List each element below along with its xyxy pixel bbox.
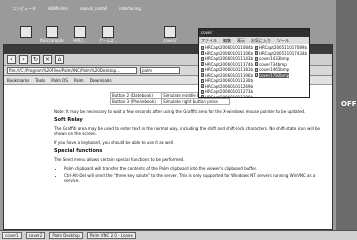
paragraph: The Send menu allows certain special fun… <box>54 157 185 162</box>
bitmap-file-icon <box>201 95 204 97</box>
folder-icon <box>20 26 32 38</box>
bitmap-file-icon <box>255 45 258 50</box>
bitmap-file-icon <box>201 45 204 50</box>
file-window-titlebar[interactable]: cover <box>199 29 309 37</box>
bookmark-item[interactable]: Downloads <box>90 78 112 83</box>
bitmap-file-icon <box>201 78 204 83</box>
special-list: Palm clipboard will transfer the content… <box>64 166 324 183</box>
list-item: Ctrl-Alt-Del will send the "three key sa… <box>64 173 324 183</box>
paragraph: The Graffiti area may be used to enter t… <box>54 126 321 136</box>
section-heading: Special functions <box>54 148 103 154</box>
bitmap-file-icon <box>255 62 258 67</box>
file-item[interactable]: HRCapt200601011286bmp <box>201 94 253 98</box>
taskbar-item[interactable]: cover2 <box>25 232 46 239</box>
url-input[interactable]: file:///C:/Program%20Files/Palm/INC/Palm… <box>7 67 137 74</box>
desktop-icon-label: file2camptie... <box>40 38 64 43</box>
back-icon[interactable]: ‹ <box>7 55 16 64</box>
bitmap-file-icon <box>201 89 204 94</box>
folder-icon <box>46 26 58 38</box>
desktop-icon[interactable]: cover2 <box>158 26 182 43</box>
table-cell: Simulate right button press <box>161 98 230 105</box>
taskbar-item[interactable]: cover1 <box>2 232 22 239</box>
desktop-icon[interactable] <box>14 26 38 38</box>
bitmap-file-icon <box>255 73 258 78</box>
desktop-icon[interactable]: file2camptie... <box>40 26 64 43</box>
file-window-menubar: ファイル 編集 表示 お気に入り ツール <box>199 37 309 44</box>
bitmap-file-icon <box>201 73 204 78</box>
file-list-window: cover ファイル 編集 表示 お気に入り ツール HRCapt2006010… <box>198 28 310 98</box>
taskbar: cover1 cover2 Palm Desktop Palm VNC 2.0 … <box>0 230 357 240</box>
desktop-icon-label: cover2 <box>163 38 177 43</box>
bookmark-item[interactable]: Tools <box>35 78 45 83</box>
off-label: OFF <box>341 100 357 108</box>
taskbar-item[interactable]: Palm VNC 2.0 - Lonex <box>86 232 136 239</box>
folder-icon <box>74 26 86 38</box>
desktop-icon-label: ゲーム2... <box>98 38 118 43</box>
reload-icon[interactable]: ↻ <box>31 55 40 64</box>
bitmap-file-icon <box>201 84 204 89</box>
search-input[interactable]: palm <box>140 67 180 74</box>
folder-icon <box>164 26 176 38</box>
forward-icon[interactable]: › <box>19 55 28 64</box>
desktop-top-label: interfacing <box>119 6 141 11</box>
menu-item[interactable]: 編集 <box>223 37 231 44</box>
file-grid: HRCapt200601011084bmpHRCapt200511017089b… <box>199 44 309 98</box>
bookmark-item[interactable]: Palm OS <box>51 78 68 83</box>
menu-item[interactable]: ファイル <box>201 37 217 44</box>
paragraph: If you have a keyboard, you should be ab… <box>54 140 175 145</box>
menu-item[interactable]: お気に入り <box>251 37 271 44</box>
bitmap-file-icon <box>201 51 204 56</box>
bookmark-item[interactable]: Bookmarks <box>7 78 29 83</box>
bitmap-file-icon <box>255 51 258 56</box>
bitmap-file-icon <box>201 62 204 67</box>
folder-icon <box>102 26 114 38</box>
bookmark-item[interactable]: Palm <box>74 78 84 83</box>
taskbar-item[interactable]: Palm Desktop <box>49 232 83 239</box>
desktop-top-label: コンピュータ <box>12 6 36 11</box>
stop-icon[interactable]: × <box>43 55 52 64</box>
menu-item[interactable]: 表示 <box>237 37 245 44</box>
note-text: Note: It may be necessary to wait a few … <box>54 109 306 114</box>
desktop-icon-label: HIR2... <box>73 38 87 43</box>
table-row: Button 3 (Phonebook) Simulate right butt… <box>109 98 230 105</box>
desktop-top-labels: コンピュータ HDMI-dmi repack_install interfaci… <box>12 6 141 11</box>
desktop-top-label: repack_install <box>79 6 108 11</box>
bitmap-file-icon <box>201 67 204 72</box>
desktop-icon[interactable]: ゲーム2... <box>96 26 120 43</box>
file-grid-empty <box>255 95 307 98</box>
desktop-icon[interactable]: HIR2... <box>68 26 92 43</box>
file-name: HRCapt200601011286bmp <box>205 94 253 98</box>
home-icon[interactable]: ⌂ <box>55 55 64 64</box>
bitmap-file-icon <box>255 67 258 72</box>
bitmap-file-icon <box>255 56 258 61</box>
menu-item[interactable]: ツール <box>277 37 289 44</box>
section-heading: Soft Relay <box>54 117 83 123</box>
list-item: Palm clipboard will transfer the content… <box>64 166 324 171</box>
desktop-top-label: HDMI-dmi <box>48 6 68 11</box>
page-content: Button 2 (Datebook) Simulate middle butt… <box>4 89 332 229</box>
table-cell: Button 3 (Phonebook) <box>109 98 163 105</box>
right-side-panel <box>336 0 357 240</box>
bitmap-file-icon <box>201 56 204 61</box>
